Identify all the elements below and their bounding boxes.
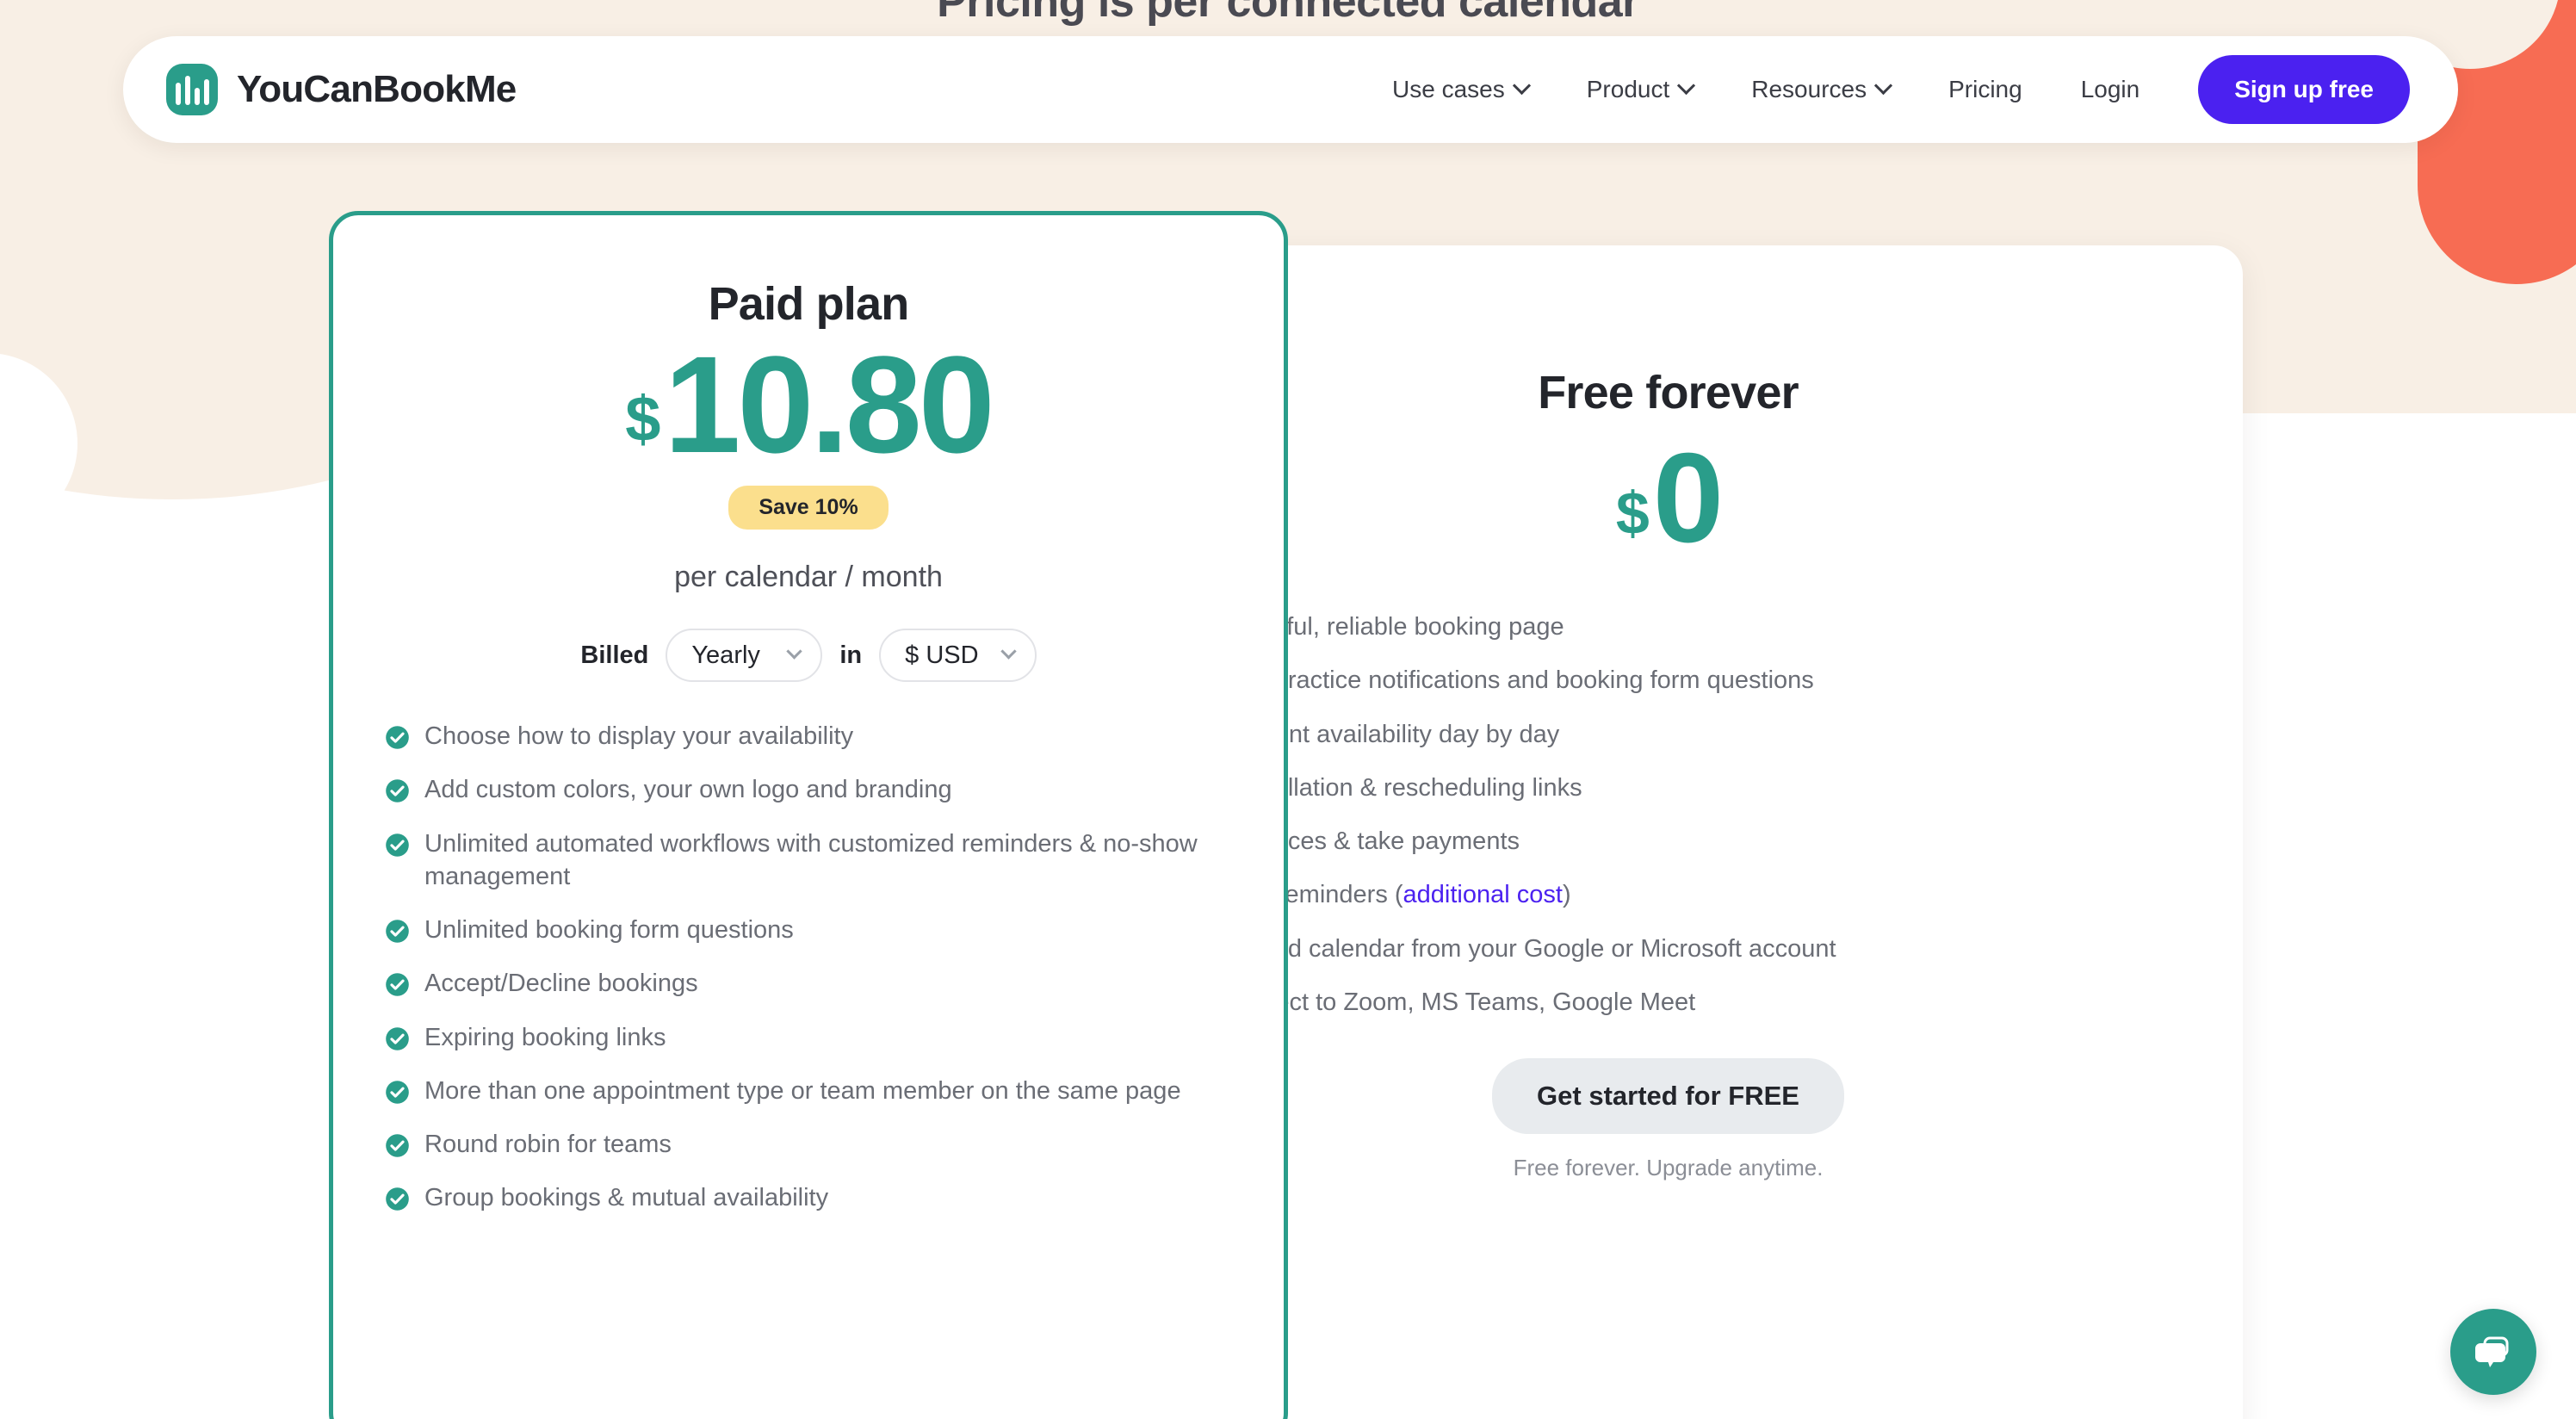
free-plan-cta-note: Free forever. Upgrade anytime. <box>1513 1155 1824 1181</box>
check-circle-icon <box>386 779 409 803</box>
nav-item-use-cases[interactable]: Use cases <box>1363 76 1557 103</box>
paid-plan-feature-list: Choose how to display your availability A… <box>385 720 1232 1215</box>
nav-item-resources[interactable]: Resources <box>1722 76 1919 103</box>
paid-feature-text: Expiring booking links <box>424 1023 666 1051</box>
currency-value: $ USD <box>905 641 979 669</box>
free-feature-item: Best-practice notifications and booking … <box>1176 664 2160 697</box>
paid-feature-item: Round robin for teams <box>385 1128 1232 1161</box>
paid-feature-text: Add custom colors, your own logo and bra… <box>424 776 952 804</box>
paid-plan-price: $ 10.80 <box>385 336 1232 474</box>
free-feature-item: Powerful, reliable booking page <box>1176 610 2160 643</box>
paid-feature-item: Expiring booking links <box>385 1021 1232 1054</box>
paid-plan-period: per calendar / month <box>674 561 943 593</box>
chevron-down-icon <box>1000 642 1017 660</box>
nav-item-product[interactable]: Product <box>1557 76 1723 103</box>
nav-label-pricing: Pricing <box>1948 76 2022 102</box>
bar-chart-logo-icon <box>166 64 218 115</box>
paid-plan-title: Paid plan <box>708 278 910 330</box>
paid-feature-text: Unlimited automated workflows with custo… <box>424 829 1198 890</box>
brand-logo-link[interactable]: YouCanBookMe <box>166 64 517 115</box>
chat-bubble-icon <box>2475 1336 2509 1367</box>
currency-select[interactable]: $ USD <box>879 629 1037 682</box>
free-feature-item: Cancellation & rescheduling links <box>1176 771 2160 804</box>
paid-price-amount: 10.80 <box>664 327 994 481</box>
free-plan-cta-wrap: Get started for FREE Free forever. Upgra… <box>1176 1058 2160 1181</box>
pricing-cards-area: Free forever $ 0 Powerful, reliable book… <box>0 0 2576 1419</box>
free-plan-feature-list: Powerful, reliable booking page Best-prac… <box>1176 610 2160 1019</box>
paid-feature-item: Unlimited booking form questions <box>385 914 1232 946</box>
paid-feature-item: Group bookings & mutual availability <box>385 1181 1232 1214</box>
paid-feature-text: More than one appointment type or team m… <box>424 1076 1181 1105</box>
check-circle-icon <box>386 973 409 997</box>
billed-label: Billed <box>580 641 649 669</box>
chevron-down-icon <box>1873 76 1893 95</box>
billing-cycle-value: Yearly <box>691 641 760 669</box>
nav-label-product: Product <box>1586 76 1670 102</box>
paid-feature-item: Add custom colors, your own logo and bra… <box>385 773 1232 806</box>
site-header: YouCanBookMe Use cases Product Resources… <box>123 36 2458 143</box>
chevron-down-icon <box>1512 76 1531 95</box>
check-circle-icon <box>386 1081 409 1104</box>
paid-feature-item: More than one appointment type or team m… <box>385 1075 1232 1107</box>
check-circle-icon <box>386 1134 409 1157</box>
nav-item-login[interactable]: Login <box>2052 76 2170 103</box>
free-feature-text: Best-practice notifications and booking … <box>1216 666 1814 695</box>
free-feature-text: 1 linked calendar from your Google or Mi… <box>1216 934 1836 963</box>
paid-feature-item: Accept/Decline bookings <box>385 967 1232 1000</box>
main-navigation: Use cases Product Resources Pricing Logi… <box>1363 55 2410 124</box>
free-feature-item: Set prices & take payments <box>1176 825 2160 858</box>
paid-feature-item: Choose how to display your availability <box>385 720 1232 753</box>
free-plan-title: Free forever <box>1538 367 1799 418</box>
billing-controls: Billed Yearly in $ USD <box>385 629 1232 682</box>
paid-feature-text: Choose how to display your availability <box>424 722 854 750</box>
paid-feature-item: Unlimited automated workflows with custo… <box>385 827 1232 894</box>
check-circle-icon <box>386 920 409 943</box>
paid-feature-text: Group bookings & mutual availability <box>424 1184 829 1212</box>
paid-feature-text: Unlimited booking form questions <box>424 916 794 945</box>
check-circle-icon <box>386 726 409 749</box>
brand-name: YouCanBookMe <box>237 68 517 110</box>
free-price-currency-symbol: $ <box>1615 480 1650 547</box>
paid-plan-card: Paid plan $ 10.80 Save 10% per calendar … <box>329 211 1288 1419</box>
additional-cost-link[interactable]: additional cost <box>1403 881 1563 908</box>
billing-cycle-select[interactable]: Yearly <box>666 629 823 682</box>
nav-label-use-cases: Use cases <box>1392 76 1505 102</box>
free-feature-item: Connect to Zoom, MS Teams, Google Meet <box>1176 986 2160 1019</box>
signup-free-button[interactable]: Sign up free <box>2198 55 2410 124</box>
paid-price-currency-symbol: $ <box>625 383 661 455</box>
nav-label-resources: Resources <box>1751 76 1867 102</box>
chevron-down-icon <box>786 642 803 660</box>
save-badge: Save 10% <box>728 486 889 530</box>
free-price-amount: 0 <box>1652 427 1724 569</box>
check-circle-icon <box>386 1187 409 1211</box>
free-plan-price: $ 0 <box>1176 435 2160 562</box>
free-feature-item: 1 linked calendar from your Google or Mi… <box>1176 933 2160 965</box>
nav-label-login: Login <box>2080 76 2140 102</box>
in-label: in <box>839 641 863 669</box>
chat-widget-button[interactable] <box>2450 1309 2536 1395</box>
free-feature-item: SMS reminders (additional cost) <box>1176 878 2160 911</box>
paid-feature-text: Round robin for teams <box>424 1131 672 1159</box>
free-feature-item: Different availability day by day <box>1176 718 2160 751</box>
nav-item-pricing[interactable]: Pricing <box>1919 76 2052 103</box>
paid-feature-text: Accept/Decline bookings <box>424 970 698 998</box>
check-circle-icon <box>386 833 409 857</box>
check-circle-icon <box>386 1026 409 1050</box>
chevron-down-icon <box>1677 76 1696 95</box>
get-started-free-button[interactable]: Get started for FREE <box>1492 1058 1844 1135</box>
